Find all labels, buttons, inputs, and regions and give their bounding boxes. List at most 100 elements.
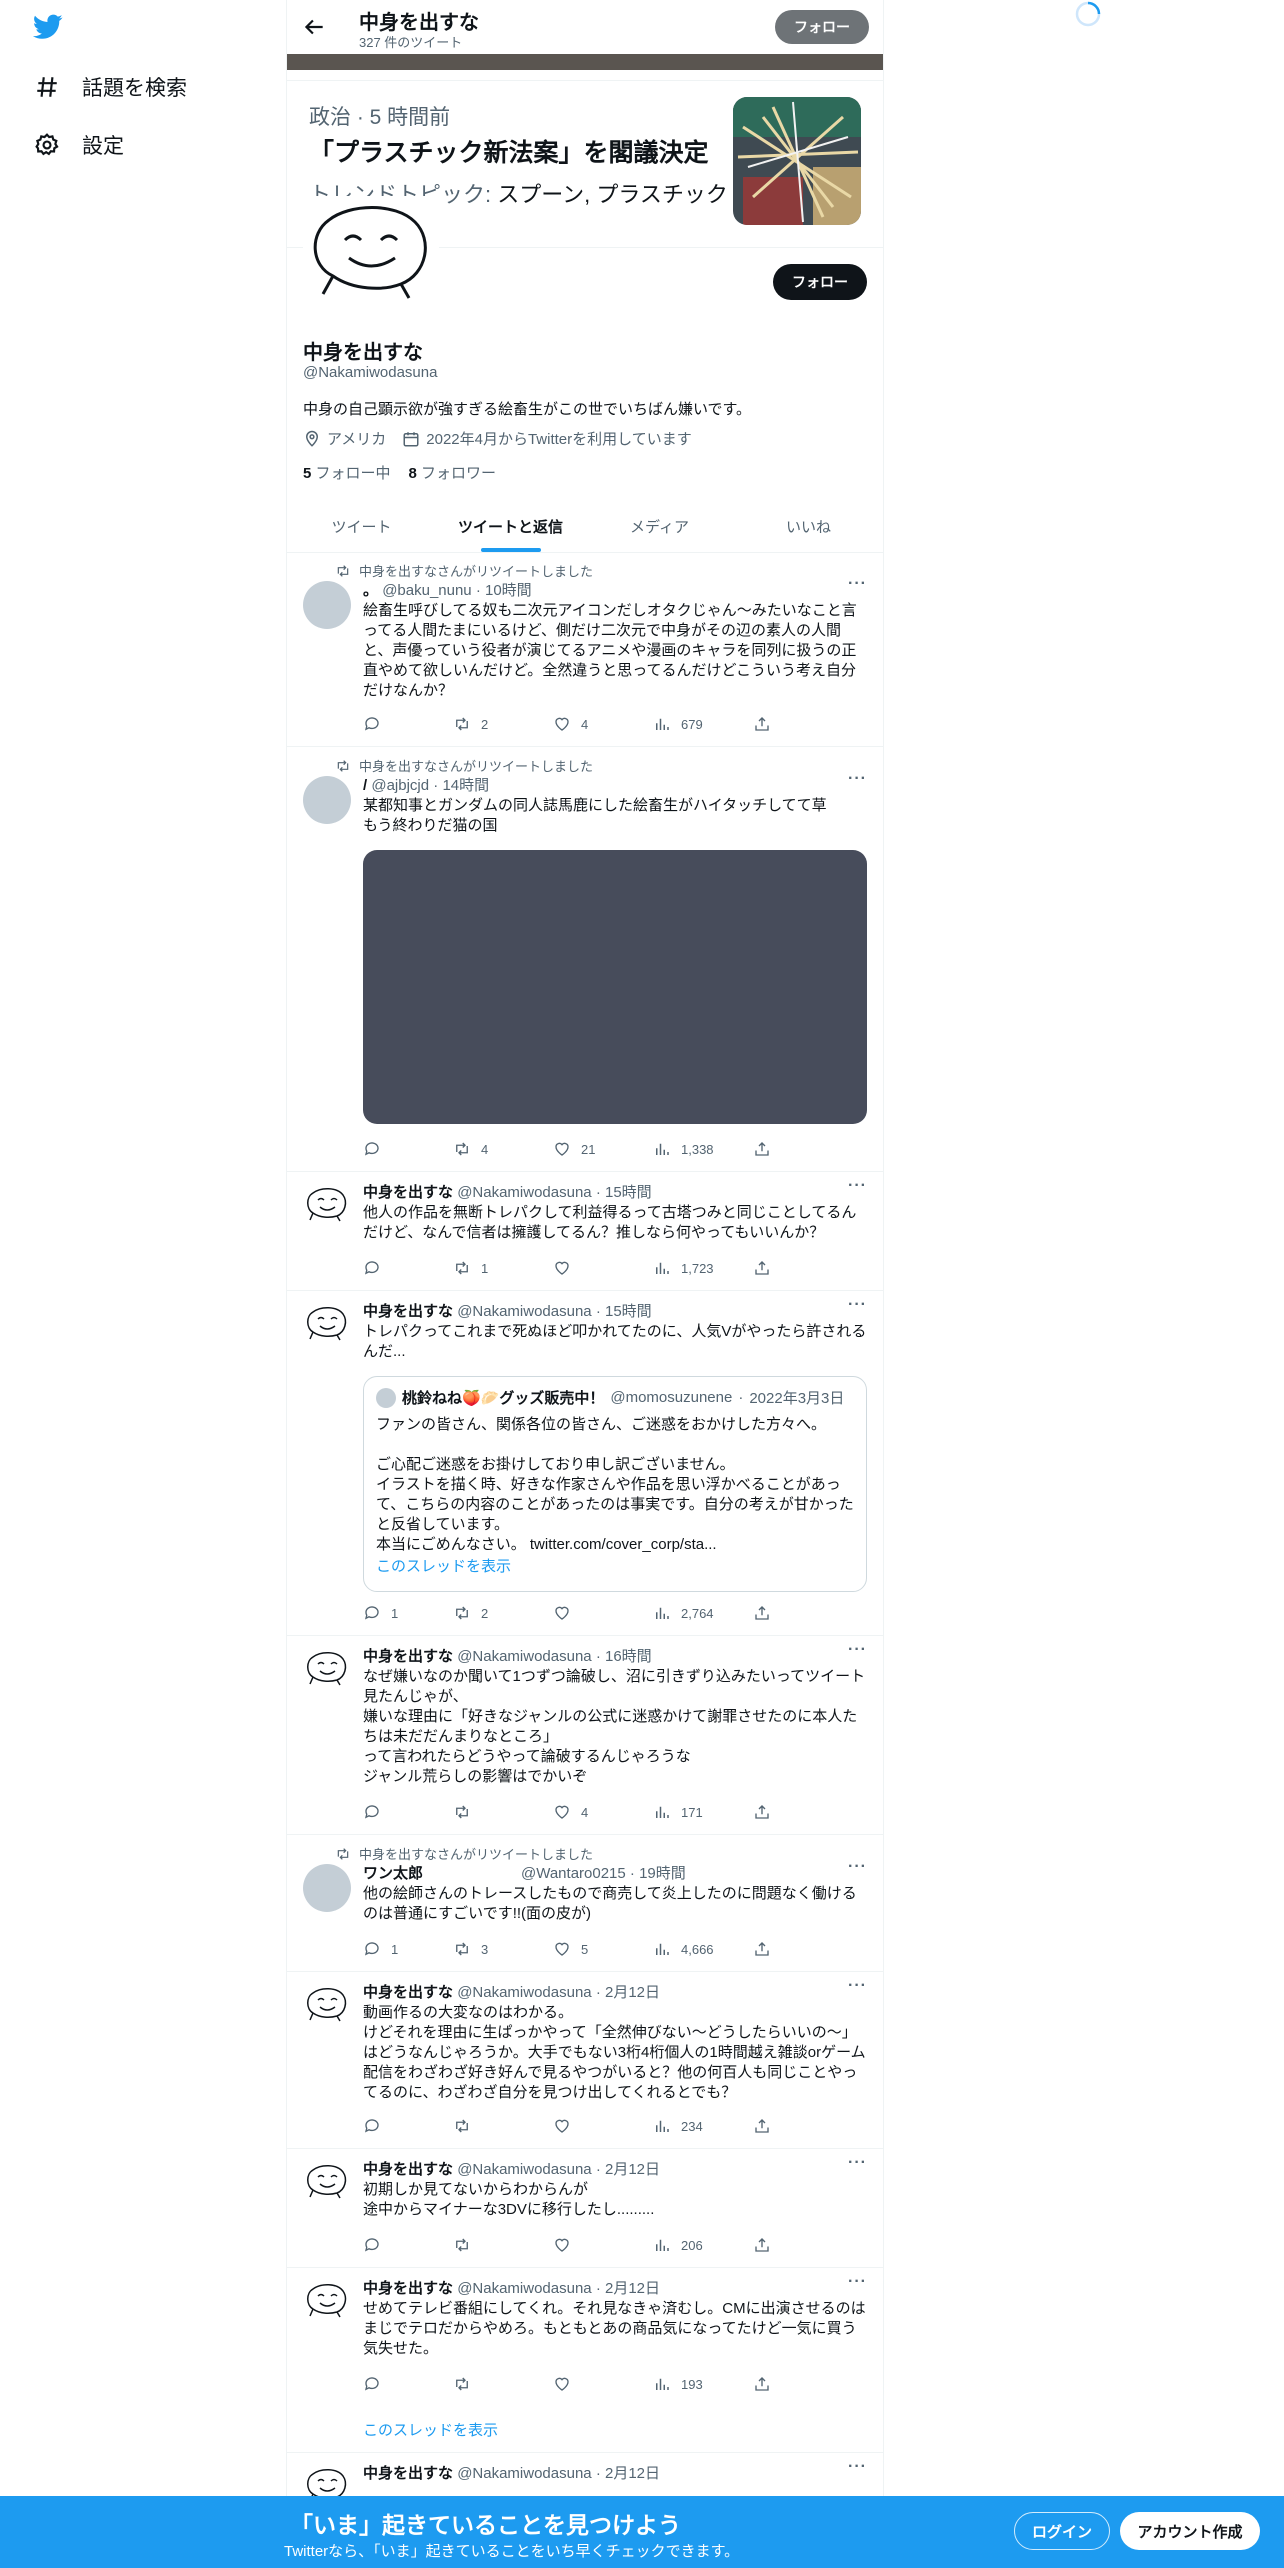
header-follow-button[interactable]: フォロー: [775, 10, 869, 44]
retweet-button[interactable]: 1: [453, 1259, 488, 1277]
reply-button[interactable]: 1: [363, 1940, 398, 1958]
following-link[interactable]: 5 フォロー中: [303, 462, 391, 483]
views-button[interactable]: 1,338: [653, 1140, 714, 1158]
tweet-time[interactable]: 16時間: [605, 1648, 652, 1665]
retweet-button[interactable]: 2: [453, 715, 488, 733]
quoted-tweet[interactable]: 桃鈴ねね🍑🥟グッズ販売中！ @momosuzunene · 2022年3月3日フ…: [363, 1376, 867, 1592]
quote-thread-link[interactable]: このスレッドを表示: [376, 1555, 511, 1576]
author-name[interactable]: 中身を出すな: [363, 2280, 453, 2297]
sidebar-item-explore[interactable]: 話題を検索: [34, 72, 187, 102]
retweet-button[interactable]: 2: [453, 1604, 488, 1622]
author-name[interactable]: 中身を出すな: [363, 2161, 453, 2178]
author-handle[interactable]: @Nakamiwodasuna: [457, 1303, 591, 1320]
tweet-time[interactable]: 2月12日: [605, 2280, 660, 2297]
views-button[interactable]: 206: [653, 2236, 703, 2254]
avatar[interactable]: [303, 1302, 351, 1350]
retweet-button[interactable]: [453, 2117, 481, 2135]
reply-button[interactable]: [363, 2117, 391, 2135]
login-button[interactable]: ログイン: [1014, 2512, 1110, 2550]
reply-button[interactable]: 1: [363, 1604, 398, 1622]
retweet-button[interactable]: [453, 2236, 481, 2254]
tweet-time[interactable]: 19時間: [639, 1865, 686, 1882]
more-options-icon[interactable]: ···: [848, 1296, 867, 1314]
author-handle[interactable]: @Nakamiwodasuna: [457, 1184, 591, 1201]
followers-link[interactable]: 8 フォロワー: [409, 462, 497, 483]
views-button[interactable]: 2,764: [653, 1604, 714, 1622]
more-options-icon[interactable]: ···: [848, 1641, 867, 1659]
like-button[interactable]: 4: [553, 1803, 588, 1821]
more-options-icon[interactable]: ···: [848, 770, 867, 788]
like-button[interactable]: [553, 1604, 581, 1622]
author-name[interactable]: 中身を出すな: [363, 1984, 453, 2001]
share-button[interactable]: [753, 2236, 771, 2254]
views-button[interactable]: 4,666: [653, 1940, 714, 1958]
like-button[interactable]: [553, 2117, 581, 2135]
author-name[interactable]: 中身を出すな: [363, 1648, 453, 1665]
tweet[interactable]: 中身を出すな @Nakamiwodasuna · 15時間 ··· トレパクってこれ…: [287, 1292, 883, 1636]
author-name[interactable]: /: [363, 777, 367, 794]
tweet-time[interactable]: 10時間: [485, 582, 532, 599]
author-handle[interactable]: @Nakamiwodasuna: [457, 2161, 591, 2178]
like-button[interactable]: [553, 2375, 581, 2393]
tweet[interactable]: 中身を出すなさんがリツイートしました ワン太郎 @Wantaro0215 · 19時…: [287, 1836, 883, 1972]
reply-button[interactable]: [363, 1140, 391, 1158]
tweet-time[interactable]: 14時間: [442, 777, 489, 794]
views-button[interactable]: 679: [653, 715, 703, 733]
more-options-icon[interactable]: ···: [848, 1858, 867, 1876]
author-name[interactable]: 中身を出すな: [363, 1303, 453, 1320]
author-name[interactable]: 中身を出すな: [363, 2465, 453, 2482]
views-button[interactable]: 193: [653, 2375, 703, 2393]
like-button[interactable]: 21: [553, 1140, 595, 1158]
retweet-button[interactable]: 3: [453, 1940, 488, 1958]
profile-avatar[interactable]: [303, 196, 439, 308]
more-options-icon[interactable]: ···: [848, 2458, 867, 2476]
reply-button[interactable]: [363, 2375, 391, 2393]
back-arrow-icon[interactable]: [301, 14, 327, 40]
tab-tweets-and-replies[interactable]: ツイートと返信: [436, 500, 585, 552]
author-handle[interactable]: @ajbjcjd: [371, 777, 429, 794]
avatar[interactable]: [303, 1864, 351, 1912]
more-options-icon[interactable]: ···: [848, 575, 867, 593]
tweet-time[interactable]: 2月12日: [605, 2161, 660, 2178]
avatar[interactable]: [303, 1983, 351, 2031]
share-button[interactable]: [753, 2375, 771, 2393]
author-name[interactable]: 中身を出すな: [363, 1184, 453, 1201]
tweet[interactable]: 中身を出すな @Nakamiwodasuna · 2月12日 ··· 動画作るの大変…: [287, 1973, 883, 2149]
tab-tweets[interactable]: ツイート: [287, 500, 436, 552]
tweet[interactable]: 中身を出すな @Nakamiwodasuna · 2月12日 ··· 初期しか見てな…: [287, 2150, 883, 2268]
like-button[interactable]: 5: [553, 1940, 588, 1958]
tab-likes[interactable]: いいね: [734, 500, 883, 552]
signup-button[interactable]: アカウント作成: [1120, 2512, 1260, 2550]
twitter-logo-icon[interactable]: [33, 14, 63, 40]
author-handle[interactable]: @baku_nunu: [382, 582, 471, 599]
retweet-button[interactable]: [453, 2375, 481, 2393]
reply-button[interactable]: [363, 1803, 391, 1821]
avatar[interactable]: [303, 1183, 351, 1231]
share-button[interactable]: [753, 715, 771, 733]
share-button[interactable]: [753, 1803, 771, 1821]
author-handle[interactable]: @Nakamiwodasuna: [457, 1984, 591, 2001]
avatar[interactable]: [303, 2160, 351, 2208]
tweet-media[interactable]: [363, 850, 867, 1124]
share-button[interactable]: [753, 1604, 771, 1622]
share-button[interactable]: [753, 1140, 771, 1158]
show-thread-link[interactable]: このスレッドを表示: [363, 2419, 498, 2440]
tweet[interactable]: 中身を出すなさんがリツイートしました。 @baku_nunu · 10時間 ···…: [287, 553, 883, 747]
sidebar-item-settings[interactable]: 設定: [34, 130, 124, 160]
tweet[interactable]: 中身を出すな @Nakamiwodasuna · 16時間 ··· なぜ嫌いなのか聞…: [287, 1637, 883, 1835]
avatar[interactable]: [303, 1647, 351, 1695]
profile-follow-button[interactable]: フォロー: [773, 264, 867, 300]
more-options-icon[interactable]: ···: [848, 1177, 867, 1195]
reply-button[interactable]: [363, 715, 391, 733]
reply-button[interactable]: [363, 1259, 391, 1277]
author-handle[interactable]: @Nakamiwodasuna: [457, 2465, 591, 2482]
more-options-icon[interactable]: ···: [848, 2154, 867, 2172]
views-button[interactable]: 234: [653, 2117, 703, 2135]
tweet[interactable]: 中身を出すな @Nakamiwodasuna · 15時間 ··· 他人の作品を無断…: [287, 1173, 883, 1291]
tab-media[interactable]: メディア: [585, 500, 734, 552]
avatar[interactable]: [303, 2279, 351, 2327]
tweet-time[interactable]: 15時間: [605, 1184, 652, 1201]
like-button[interactable]: [553, 2236, 581, 2254]
more-options-icon[interactable]: ···: [848, 1977, 867, 1995]
reply-button[interactable]: [363, 2236, 391, 2254]
